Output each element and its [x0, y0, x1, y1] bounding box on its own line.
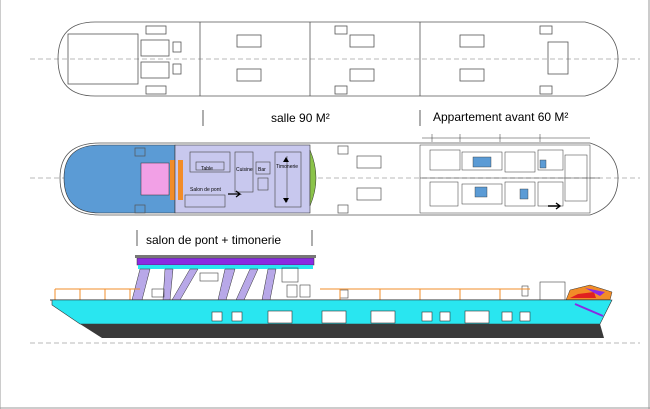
label-appartement: Appartement avant 60 M² [433, 110, 569, 124]
plan-label-table: Table [201, 166, 213, 172]
middle-deck-plan: Table Salon de pont Cuisine Bar Timoneri… [30, 134, 640, 216]
plan-label-timonerie: Timonerie [276, 164, 298, 170]
label-salon-timonerie: salon de pont + timonerie [146, 233, 282, 247]
label-salle: salle 90 M² [271, 111, 330, 125]
boat-plan-drawing: Table Salon de pont Cuisine Bar Timoneri… [0, 0, 650, 409]
plan-label-cuisine: Cuisine [236, 167, 253, 173]
hull-bottom [80, 324, 604, 338]
plan-label-salon: Salon de pont [190, 187, 221, 193]
side-elevation [30, 255, 640, 344]
wheelhouse-area [174, 144, 311, 214]
top-deck-plan [30, 21, 640, 97]
pink-panel [140, 162, 170, 196]
plan-label-bar: Bar [258, 167, 266, 173]
green-bow-cap [309, 149, 317, 207]
upper-roof [136, 257, 315, 266]
